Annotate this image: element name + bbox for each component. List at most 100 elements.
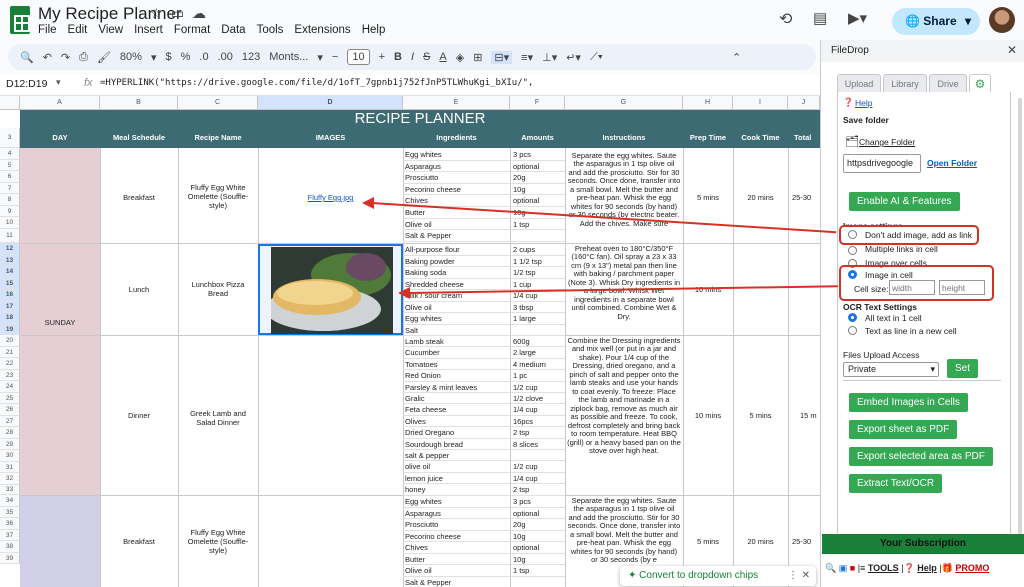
menu-edit[interactable]: Edit	[68, 24, 88, 36]
extract-ocr-button[interactable]: Extract Text/OCR	[849, 474, 943, 493]
ingredient-name[interactable]: Baking powder	[405, 257, 455, 266]
ingredient-name[interactable]: Olive oil	[405, 220, 432, 229]
meal-breakfast[interactable]: Breakfast	[100, 193, 178, 202]
row-header[interactable]: 12	[0, 243, 20, 255]
cook-breakfast-2[interactable]: 20 mins	[733, 537, 788, 546]
row-header[interactable]: 30	[0, 450, 20, 462]
row-header[interactable]: 15	[0, 277, 20, 289]
ingredient-name[interactable]: Feta cheese	[405, 405, 446, 414]
close-icon[interactable]: ✕	[1007, 43, 1017, 57]
undo-icon[interactable]: ↶	[43, 51, 52, 64]
omelette-image[interactable]	[271, 247, 393, 334]
rotate-icon[interactable]: ⟋▾	[590, 51, 603, 64]
ingredient-amount[interactable]: 2 tsp	[513, 485, 529, 494]
ingredient-amount[interactable]: 2 cups	[513, 245, 535, 254]
set-button[interactable]: Set	[947, 359, 979, 378]
minus-icon[interactable]: −	[332, 51, 338, 63]
redo-icon[interactable]: ↷	[61, 51, 70, 64]
recipe-breakfast[interactable]: Fluffy Egg White Omelette (Souffle-style…	[182, 183, 254, 210]
number-format-button[interactable]: 123	[242, 51, 260, 63]
select-all-corner[interactable]	[0, 96, 20, 110]
prep-breakfast[interactable]: 5 mins	[683, 193, 733, 202]
row-header[interactable]: 11	[0, 228, 20, 243]
row-header[interactable]: 25	[0, 392, 20, 404]
ingredient-amount[interactable]: 1/2 cup	[513, 383, 538, 392]
formula-input[interactable]: =HYPERLINK("https://drive.google.com/fil…	[100, 78, 533, 88]
paint-format-icon[interactable]: 🖌	[97, 51, 111, 64]
ingredient-amount[interactable]: optional	[513, 509, 539, 518]
avatar[interactable]	[989, 7, 1015, 33]
row-header[interactable]: 24	[0, 381, 20, 393]
cook-breakfast[interactable]: 20 mins	[733, 193, 788, 202]
ingredient-name[interactable]: Egg whites	[405, 497, 442, 506]
change-folder-link[interactable]: Change Folder	[859, 137, 915, 147]
plus-icon[interactable]: +	[379, 51, 385, 63]
row-header[interactable]: 33	[0, 484, 20, 495]
ingredient-amount[interactable]: 3 tbsp	[513, 303, 533, 312]
ingredient-name[interactable]: salt & pepper	[405, 451, 449, 460]
ingredient-name[interactable]: Parsley & mint leaves	[405, 383, 477, 392]
ingredient-amount[interactable]: 1/4 cup	[513, 474, 538, 483]
ingredient-name[interactable]: Olive oil	[405, 303, 432, 312]
ingredient-name[interactable]: Prosciutto	[405, 173, 438, 182]
ingredient-name[interactable]: Salt & Pepper	[405, 578, 451, 587]
italic-button[interactable]: I	[411, 51, 414, 63]
row-header[interactable]: 39	[0, 552, 20, 564]
ingredient-amount[interactable]: 1/2 clove	[513, 394, 543, 403]
ingredient-amount[interactable]: 3 pcs	[513, 150, 531, 159]
radio-link[interactable]	[848, 230, 857, 239]
valign-icon[interactable]: ⊥▾	[542, 51, 557, 64]
strikethrough-button[interactable]: S	[423, 51, 430, 63]
option-link-label[interactable]: Don't add image, add as link	[865, 230, 972, 240]
menu-icon[interactable]: |≡	[858, 563, 866, 573]
ingredient-amount[interactable]: 3 pcs	[513, 497, 531, 506]
recipe-lunch[interactable]: Lunchbox Pizza Bread	[182, 280, 254, 298]
row-header[interactable]: 7	[0, 182, 20, 194]
radio-multiple-links[interactable]	[848, 246, 857, 255]
spreadsheet-grid[interactable]: A B C D E F G H I J RECIPE PLANNER DAY M…	[0, 96, 820, 587]
menu-file[interactable]: File	[38, 24, 57, 36]
row-header[interactable]: 28	[0, 427, 20, 439]
row-header[interactable]: 10	[0, 217, 20, 229]
open-folder-link[interactable]: Open Folder	[927, 158, 977, 168]
radio-image-in-cell[interactable]	[848, 270, 857, 279]
chevron-down-icon[interactable]: ▾	[56, 77, 61, 88]
ingredient-name[interactable]: Lamb steak	[405, 337, 444, 346]
row-header[interactable]: 13	[0, 254, 20, 266]
ingredient-amount[interactable]: 2 large	[513, 348, 536, 357]
ingredient-name[interactable]: honey	[405, 485, 425, 494]
name-box[interactable]: D12:D19	[6, 78, 47, 90]
folder-input[interactable]: httpsdrivegoogle	[843, 154, 921, 173]
menu-extensions[interactable]: Extensions	[294, 24, 350, 36]
ingredient-amount[interactable]: 10g	[513, 185, 526, 194]
menu-data[interactable]: Data	[221, 24, 245, 36]
menu-help[interactable]: Help	[362, 24, 386, 36]
comment-icon[interactable]: ▤	[813, 9, 827, 27]
ingredient-name[interactable]: Salt & Pepper	[405, 231, 451, 240]
ingredient-name[interactable]: Asparagus	[405, 162, 441, 171]
row-header[interactable]: 9	[0, 205, 20, 217]
ingredient-amount[interactable]: optional	[513, 196, 539, 205]
ingredient-name[interactable]: Cucumber	[405, 348, 440, 357]
row-header[interactable]: 8	[0, 194, 20, 206]
instructions-breakfast[interactable]: Separate the egg whites. Saute the aspar…	[567, 152, 681, 242]
menu-format[interactable]: Format	[174, 24, 210, 36]
print-icon[interactable]: ⎙	[79, 51, 88, 64]
drive-icon[interactable]: ■	[850, 563, 855, 573]
col-header-b[interactable]: B	[100, 96, 178, 110]
row-header[interactable]: 3	[0, 128, 20, 148]
menu-insert[interactable]: Insert	[134, 24, 163, 36]
row-header[interactable]: 20	[0, 335, 20, 347]
ingredient-name[interactable]: Sourdough bread	[405, 440, 463, 449]
chevron-down-icon[interactable]: ▾	[151, 51, 157, 64]
ingredient-name[interactable]: Chives	[405, 543, 428, 552]
align-icon[interactable]: ≡▾	[521, 51, 533, 64]
radio-ocr-line[interactable]	[848, 326, 857, 335]
percent-button[interactable]: %	[181, 51, 191, 63]
borders-icon[interactable]: ⊞	[473, 51, 482, 64]
ingredient-amount[interactable]: 8 slices	[513, 440, 538, 449]
ingredient-name[interactable]: Prosciutto	[405, 520, 438, 529]
font-select[interactable]: Monts...	[269, 51, 308, 63]
ingredient-amount[interactable]: 1/4 cup	[513, 291, 538, 300]
tools-link[interactable]: TOOLS	[868, 563, 899, 573]
